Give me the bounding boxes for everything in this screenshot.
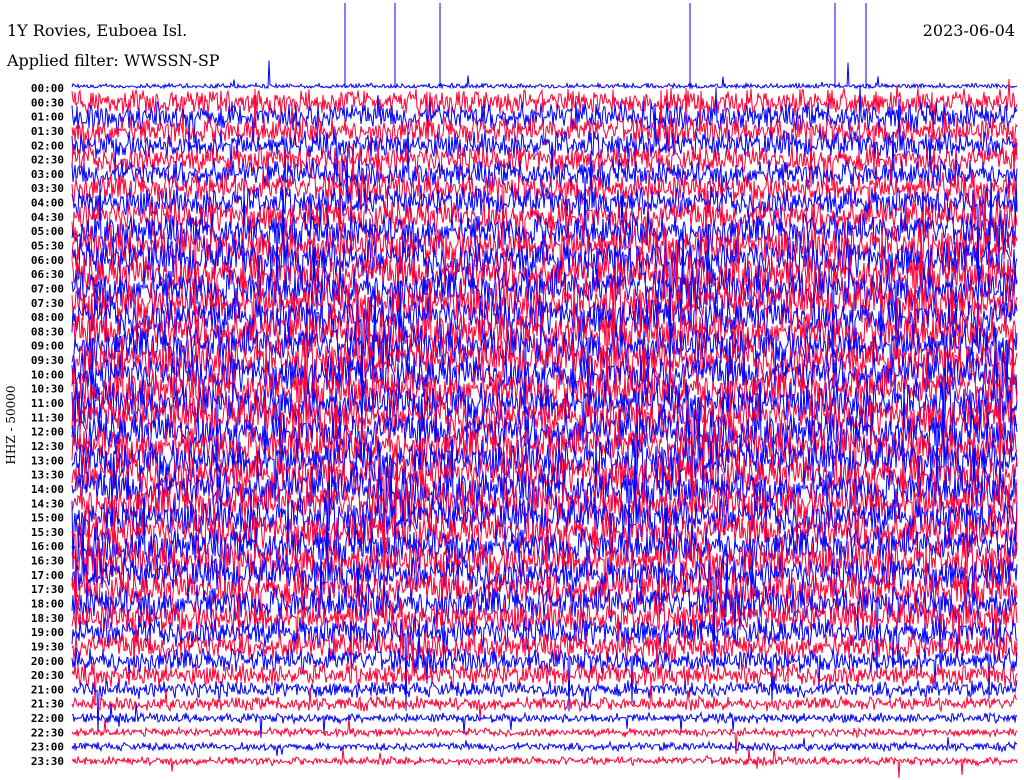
- row-time-label: 00:00: [31, 82, 64, 95]
- row-time-label: 16:30: [31, 555, 64, 568]
- row-time-label: 01:00: [31, 111, 64, 124]
- row-time-label: 17:30: [31, 583, 64, 596]
- row-time-label: 13:00: [31, 454, 64, 467]
- row-time-label: 03:30: [31, 182, 64, 195]
- row-time-label: 18:30: [31, 612, 64, 625]
- row-time-label: 02:30: [31, 154, 64, 167]
- row-time-label: 13:30: [31, 469, 64, 482]
- trace-row-2130: [71, 682, 1018, 722]
- row-time-label: 08:00: [31, 311, 64, 324]
- row-time-label: 21:00: [31, 683, 64, 696]
- row-time-label: 19:30: [31, 640, 64, 653]
- row-time-label: 21:30: [31, 698, 64, 711]
- row-time-label: 10:30: [31, 383, 64, 396]
- row-time-label: 22:00: [31, 712, 64, 725]
- row-time-label: 15:00: [31, 512, 64, 525]
- row-time-label: 23:00: [31, 741, 64, 754]
- row-time-label: 18:00: [31, 597, 64, 610]
- row-time-label: 14:30: [31, 497, 64, 510]
- row-time-label: 10:00: [31, 368, 64, 381]
- row-time-label: 06:30: [31, 268, 64, 281]
- row-time-label: 17:00: [31, 569, 64, 582]
- trace-row-0000: [71, 3, 1018, 90]
- row-time-label: 11:00: [31, 397, 64, 410]
- row-time-label: 01:30: [31, 125, 64, 138]
- row-time-label: 16:00: [31, 540, 64, 553]
- row-time-label: 05:00: [31, 225, 64, 238]
- row-time-label: 12:00: [31, 426, 64, 439]
- row-time-label: 23:30: [31, 755, 64, 768]
- helicorder-plot: 00:0000:30 01:0001:3002:00 02:3003:0003:30…: [31, 3, 1018, 778]
- row-time-label: 03:00: [31, 168, 64, 181]
- row-time-label: 07:00: [31, 282, 64, 295]
- row-time-label: 05:30: [31, 240, 64, 253]
- trace-row-2330: [71, 747, 1018, 778]
- row-time-label: 20:00: [31, 655, 64, 668]
- trace-row-2300: [71, 736, 1018, 756]
- row-time-label: 19:00: [31, 626, 64, 639]
- row-time-label: 09:00: [31, 340, 64, 353]
- row-time-label: 07:30: [31, 297, 64, 310]
- row-time-label: 02:00: [31, 139, 64, 152]
- row-time-label: 15:30: [31, 526, 64, 539]
- row-time-label: 04:00: [31, 197, 64, 210]
- row-time-label: 14:00: [31, 483, 64, 496]
- row-time-label: 22:30: [31, 726, 64, 739]
- row-time-label: 08:30: [31, 325, 64, 338]
- row-time-label: 12:30: [31, 440, 64, 453]
- row-time-label: 11:30: [31, 411, 64, 424]
- row-time-label: 00:30: [31, 96, 64, 109]
- row-time-label: 06:00: [31, 254, 64, 267]
- row-time-label: 04:30: [31, 211, 64, 224]
- row-time-label: 09:30: [31, 354, 64, 367]
- row-time-label: 20:30: [31, 669, 64, 682]
